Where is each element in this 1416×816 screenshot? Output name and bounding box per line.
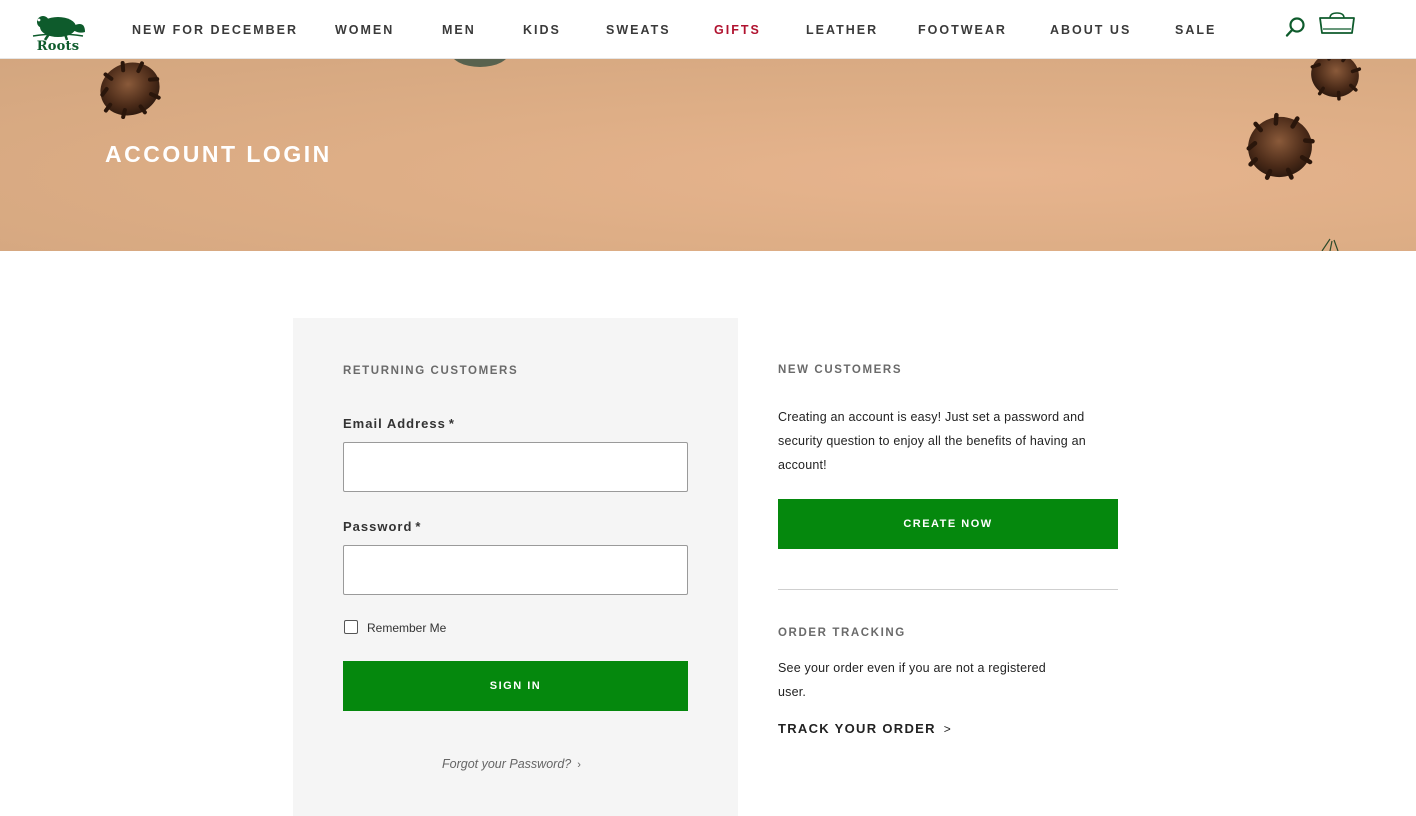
password-label: Password * xyxy=(343,519,421,534)
forgot-password-link[interactable]: Forgot your Password? › xyxy=(442,757,581,771)
create-now-label: CREATE NOW xyxy=(903,518,993,530)
nav-gifts[interactable]: GIFTS xyxy=(714,23,761,37)
track-your-order-text: TRACK YOUR ORDER xyxy=(778,721,936,736)
remember-me-checkbox[interactable] xyxy=(344,620,358,634)
new-customers-heading: NEW CUSTOMERS xyxy=(778,364,903,376)
track-your-order-link[interactable]: TRACK YOUR ORDER > xyxy=(778,721,952,736)
returning-customers-panel: RETURNING CUSTOMERS Email Address * Passw… xyxy=(293,318,738,816)
site-header: Roots NEW FOR DECEMBER WOMEN MEN KIDS SW… xyxy=(0,0,1416,59)
nav-leather[interactable]: LEATHER xyxy=(806,23,878,37)
nav-sweats[interactable]: SWEATS xyxy=(606,23,671,37)
hero-banner: ACCOUNT LOGIN xyxy=(0,59,1416,251)
password-field[interactable] xyxy=(343,545,688,595)
shopping-bag-icon xyxy=(1319,12,1355,34)
cart-button[interactable] xyxy=(1316,12,1358,38)
returning-customers-heading: RETURNING CUSTOMERS xyxy=(343,365,519,377)
page-title: ACCOUNT LOGIN xyxy=(105,141,332,167)
email-field[interactable] xyxy=(343,442,688,492)
password-label-text: Password xyxy=(343,519,413,534)
section-divider xyxy=(778,589,1118,590)
order-tracking-description: See your order even if you are not a reg… xyxy=(778,661,1046,699)
sign-in-button[interactable]: SIGN IN xyxy=(343,661,688,711)
required-marker: * xyxy=(415,519,422,534)
chevron-right-icon: > xyxy=(943,722,953,736)
required-marker: * xyxy=(448,416,455,431)
new-customers-description: Creating an account is easy! Just set a … xyxy=(778,410,1086,472)
search-button[interactable] xyxy=(1285,16,1307,38)
nav-men[interactable]: MEN xyxy=(442,23,476,37)
forgot-password-text: Forgot your Password? xyxy=(442,757,572,771)
nav-about-us[interactable]: ABOUT US xyxy=(1050,23,1131,37)
email-label-text: Email Address xyxy=(343,416,446,431)
create-now-button[interactable]: CREATE NOW xyxy=(778,499,1118,549)
nav-footwear[interactable]: FOOTWEAR xyxy=(918,23,1007,37)
nav-kids[interactable]: KIDS xyxy=(523,23,561,37)
order-tracking-heading: ORDER TRACKING xyxy=(778,627,906,639)
search-icon xyxy=(1285,17,1305,37)
remember-me-label[interactable]: Remember Me xyxy=(367,621,446,635)
chevron-right-icon: › xyxy=(577,759,581,771)
main-nav: NEW FOR DECEMBER WOMEN MEN KIDS SWEATS G… xyxy=(0,0,1416,59)
email-label: Email Address * xyxy=(343,416,455,431)
nav-sale[interactable]: SALE xyxy=(1175,23,1216,37)
nav-women[interactable]: WOMEN xyxy=(335,23,394,37)
sign-in-label: SIGN IN xyxy=(489,680,542,692)
nav-new-for-december[interactable]: NEW FOR DECEMBER xyxy=(132,23,298,37)
